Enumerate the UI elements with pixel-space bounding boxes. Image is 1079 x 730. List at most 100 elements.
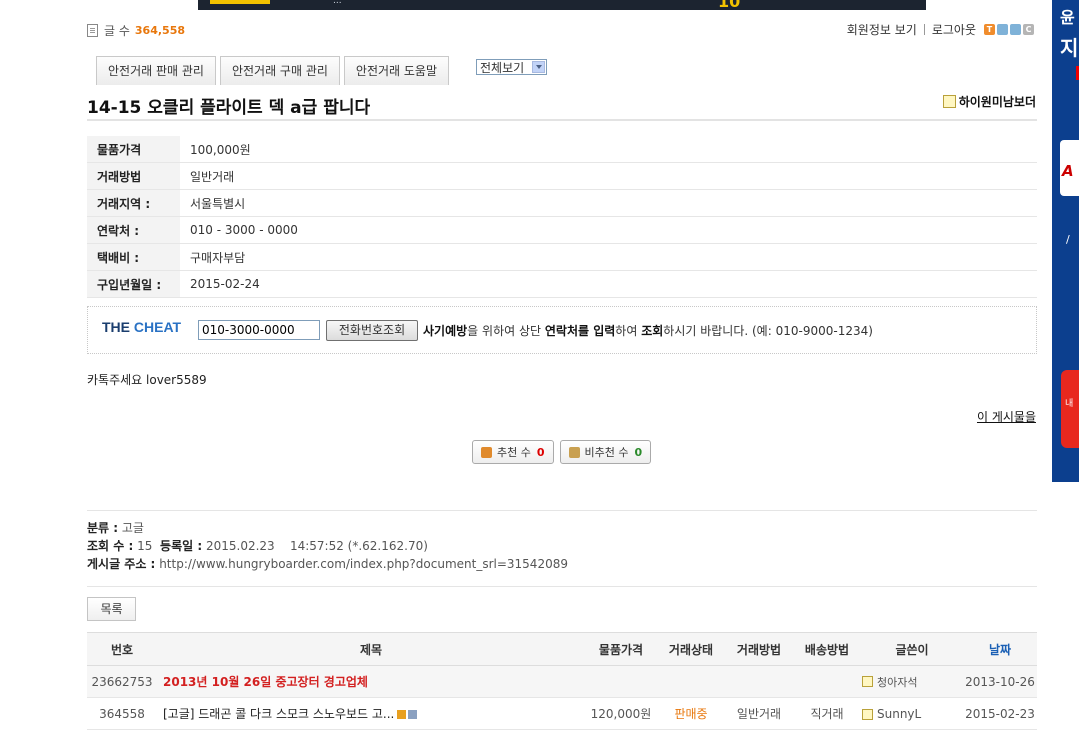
banner-text: ... xyxy=(333,0,342,6)
tab-help[interactable]: 안전거래 도움말 xyxy=(343,56,450,85)
board-header: 번호 제목 물품가격 거래상태 거래방법 배송방법 글쓴이 날짜 xyxy=(87,632,1037,666)
skin-text-icon[interactable]: T xyxy=(984,24,995,35)
info-row: 택배비 : 구매자부담 xyxy=(87,243,1037,271)
thumbs-up-icon xyxy=(481,446,492,458)
thumbs-down-icon xyxy=(568,446,580,458)
col-title: 제목 xyxy=(157,632,585,666)
user-menu: 회원정보 보기 로그아웃 T C xyxy=(847,21,1034,38)
ad-logo-text: A xyxy=(1062,162,1074,180)
row-writer[interactable]: 청아자석 xyxy=(861,665,963,698)
row-writer[interactable]: SunnyL xyxy=(861,697,963,730)
reg-time: 14:57:52 (*.62.162.70) xyxy=(289,539,428,553)
row-shipping xyxy=(793,665,861,698)
title-divider xyxy=(87,119,1037,121)
col-date[interactable]: 날짜 xyxy=(963,632,1037,666)
skin-list-icon[interactable] xyxy=(997,24,1008,35)
info-value: 2015-02-24 xyxy=(180,270,1037,298)
writer-image-name: 청아자석 xyxy=(877,675,918,689)
tab-sales-manage[interactable]: 안전거래 판매 관리 xyxy=(96,56,216,85)
logout-link[interactable]: 로그아웃 xyxy=(932,21,976,38)
ad-text-4: / xyxy=(1066,233,1070,246)
info-label: 거래방법 xyxy=(87,162,180,190)
right-side-ad[interactable]: 윤 지 A / 내 xyxy=(1052,0,1079,482)
info-row: 연락처 :010 - 3000 - 0000 xyxy=(87,216,1037,244)
upvote-button[interactable]: 추천 수 0 xyxy=(472,440,554,464)
info-row: 거래지역 : 서울특별시 xyxy=(87,189,1037,217)
vote-buttons: 추천 수 0 비추천 수 0 xyxy=(472,440,652,464)
post-title: 14-15 오클리 플라이트 덱 a급 팝니다 xyxy=(87,98,371,118)
post-meta: 분류 : 고글 조회 수 : 15 등록일 : 2015.02.23 14:57… xyxy=(87,521,568,571)
row-no: 23662753 xyxy=(87,665,157,698)
col-status: 거래상태 xyxy=(657,632,725,666)
divider xyxy=(87,586,1037,587)
divider xyxy=(87,510,1037,511)
member-info-link[interactable]: 회원정보 보기 xyxy=(847,21,917,38)
skin-buttons: T C xyxy=(984,24,1034,35)
new-icon xyxy=(397,710,407,719)
ad-red-text: 내 xyxy=(1065,399,1074,409)
tab-purchase-manage[interactable]: 안전거래 구매 관리 xyxy=(219,56,340,85)
post-author[interactable]: 하이원미남보더 xyxy=(942,93,1036,110)
col-shipping: 배송방법 xyxy=(793,632,861,666)
post-count-label: 글 수 xyxy=(104,24,130,38)
member-icon xyxy=(862,708,873,720)
author-name: 하이원미남보더 xyxy=(958,95,1036,109)
reg-date: 2015.02.23 xyxy=(205,539,275,553)
row-method: 일반거래 xyxy=(725,697,793,730)
table-row: 23662753 2013년 10월 26일 중고장터 경고업체 청아자석 20… xyxy=(87,665,1037,698)
col-no: 번호 xyxy=(87,632,157,666)
info-label: 구입년월일 : xyxy=(87,270,180,298)
info-row: 물품가격 100,000원 xyxy=(87,136,1037,163)
col-writer: 글쓴이 xyxy=(861,632,963,666)
row-date: 2015-02-23 xyxy=(963,697,1037,730)
table-row: 364558 [고글] 드래곤 콜 다크 스모크 스노우보드 고... 120,… xyxy=(87,697,1037,730)
info-row: 거래방법 일반거래 xyxy=(87,162,1037,190)
member-icon xyxy=(862,676,873,687)
info-value: 서울특별시 xyxy=(180,189,1037,217)
phone-lookup-input[interactable] xyxy=(198,320,320,340)
row-title[interactable]: [고글] 드래곤 콜 다크 스모크 스노우보드 고... xyxy=(157,697,585,730)
ad-text-1: 윤 xyxy=(1060,8,1075,27)
info-label: 연락처 : xyxy=(87,216,180,244)
info-label: 택배비 : xyxy=(87,243,180,271)
safe-trade-tabs: 안전거래 판매 관리 안전거래 구매 관리 안전거래 도움말 xyxy=(96,56,450,85)
ad-red-box: 내 xyxy=(1061,370,1079,448)
info-label: 거래지역 : xyxy=(87,189,180,217)
row-status xyxy=(657,665,725,698)
downvote-label: 비추천 수 xyxy=(584,446,629,459)
post-count: 글 수 364,558 xyxy=(87,22,185,39)
row-shipping: 직거래 xyxy=(793,697,861,730)
downvote-count: 0 xyxy=(634,445,643,459)
view-count: 15 xyxy=(137,539,153,553)
phone-lookup-button[interactable]: 전화번호조회 xyxy=(326,320,418,341)
row-price xyxy=(585,665,657,698)
category: 고글 xyxy=(121,521,144,535)
row-status: 판매중 xyxy=(657,697,725,730)
col-method: 거래방법 xyxy=(725,632,793,666)
view-filter-select[interactable]: 전체보기 xyxy=(476,59,547,75)
row-title[interactable]: 2013년 10월 26일 중고장터 경고업체 xyxy=(157,665,585,698)
info-value: 100,000원 xyxy=(180,136,1037,163)
info-value: 구매자부담 xyxy=(180,243,1037,271)
view-filter-value: 전체보기 xyxy=(480,61,525,75)
member-icon xyxy=(942,95,956,108)
skin-clear-icon[interactable]: C xyxy=(1023,24,1034,35)
banner-number: 10 xyxy=(718,0,741,11)
thecheat-logo: THE CHEAT xyxy=(102,319,182,335)
board-list: 번호 제목 물품가격 거래상태 거래방법 배송방법 글쓴이 날짜 2366275… xyxy=(87,632,1037,730)
upvote-count: 0 xyxy=(536,445,545,459)
chevron-down-icon xyxy=(532,61,545,73)
post-url[interactable]: http://www.hungryboarder.com/index.php?d… xyxy=(159,557,568,571)
row-no: 364558 xyxy=(87,697,157,730)
info-label: 물품가격 xyxy=(87,136,180,163)
banner-accent xyxy=(210,0,270,4)
skin-grid-icon[interactable] xyxy=(1010,24,1021,35)
downvote-button[interactable]: 비추천 수 0 xyxy=(559,440,652,464)
upvote-label: 추천 수 xyxy=(497,446,531,459)
top-banner-ad[interactable]: ... 10 xyxy=(198,0,926,11)
info-value: 010 - 3000 - 0000 xyxy=(180,216,1037,244)
post-actions-link[interactable]: 이 게시물을 xyxy=(977,408,1036,425)
list-button[interactable]: 목록 xyxy=(87,597,136,621)
image-attach-icon xyxy=(408,710,418,719)
thecheat-lookup: THE CHEAT 전화번호조회 사기예방을 위하여 상단 연락처를 입력하여 … xyxy=(87,306,1037,354)
